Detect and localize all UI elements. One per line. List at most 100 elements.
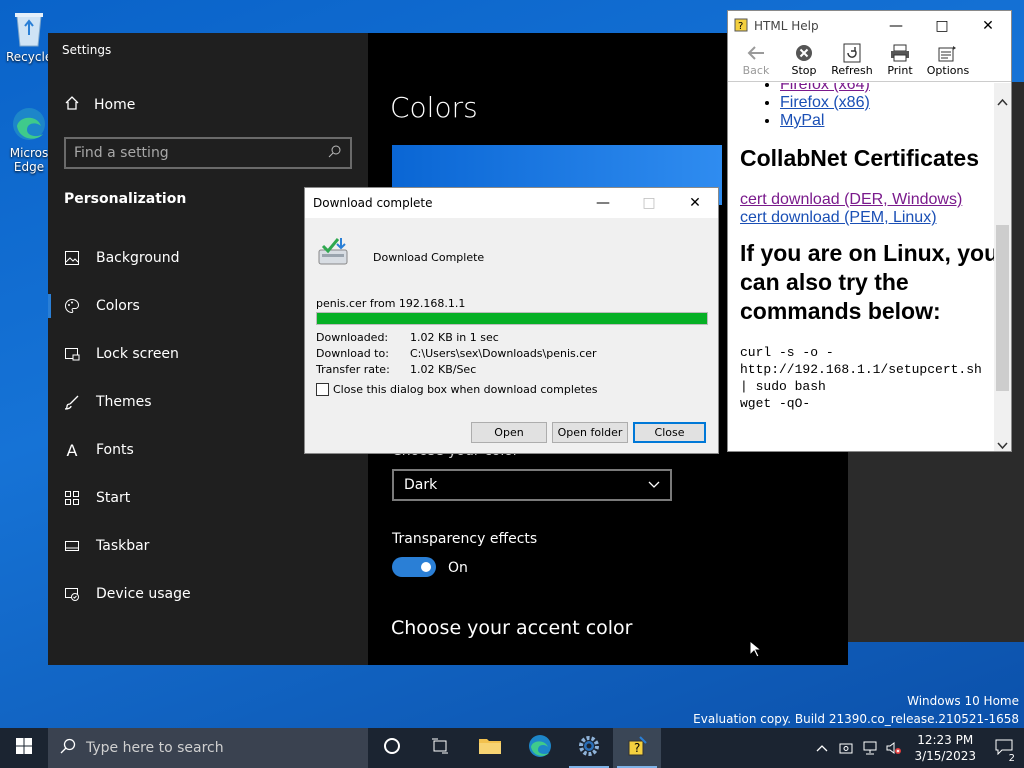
dialog-titlebar: Download complete — □ ✕ <box>305 188 718 218</box>
nav-item-label: Colors <box>96 298 140 314</box>
task-view-button[interactable] <box>416 728 464 768</box>
html-help-window: ? HTML Help — □ ✕ Back Stop Refresh Prin… <box>727 10 1012 452</box>
cert-download-pem-link[interactable]: cert download (PEM, Linux) <box>740 209 937 226</box>
settings-taskbar-button[interactable] <box>565 728 613 768</box>
find-setting-input[interactable]: Find a setting <box>64 137 352 169</box>
cortana-button[interactable] <box>368 728 416 768</box>
clock[interactable]: 12:23 PM 3/15/2023 <box>906 732 984 764</box>
link-firefox-x86[interactable]: Firefox (x86) <box>780 94 870 111</box>
chevron-down-icon <box>648 477 660 493</box>
row-key: Downloaded: <box>316 331 389 344</box>
font-icon: A <box>66 440 78 460</box>
nav-item-label: Taskbar <box>96 538 150 554</box>
html-help-taskbar-button[interactable]: ? <box>613 728 661 768</box>
start-button[interactable] <box>0 728 48 768</box>
open-folder-button[interactable]: Open folder <box>552 422 628 443</box>
checkbox-label: Close this dialog box when download comp… <box>333 383 598 396</box>
edge-taskbar-button[interactable] <box>516 728 564 768</box>
minimize-button[interactable]: — <box>580 188 626 218</box>
palette-icon <box>64 298 80 314</box>
notifications-button[interactable]: 2 <box>984 739 1024 764</box>
refresh-label: Refresh <box>831 64 873 77</box>
chevron-up-icon[interactable] <box>810 744 834 752</box>
refresh-icon <box>843 42 861 64</box>
edge-icon <box>528 734 552 762</box>
app-tray-icon[interactable] <box>834 741 858 755</box>
back-button[interactable]: Back <box>732 42 780 81</box>
print-button[interactable]: Print <box>876 42 924 81</box>
recycle-bin-label: Recycle <box>6 50 53 64</box>
nav-item-device-usage[interactable]: Device usage <box>48 570 368 618</box>
file-explorer-taskbar-button[interactable] <box>466 728 514 768</box>
certificates-heading: CollabNet Certificates <box>740 145 980 171</box>
picture-icon <box>64 250 80 266</box>
nav-item-taskbar[interactable]: Taskbar <box>48 522 368 570</box>
mouse-cursor-icon <box>749 639 763 662</box>
download-heading: Download Complete <box>373 251 485 264</box>
scrollbar-thumb[interactable] <box>996 225 1009 391</box>
nav-item-label: Start <box>96 490 131 506</box>
edge-icon <box>11 104 47 144</box>
search-icon <box>328 144 342 162</box>
edge-desktop-icon[interactable]: Micros Edge <box>6 104 52 174</box>
print-label: Print <box>887 64 913 77</box>
linux-heading: If you are on Linux, you can also try th… <box>740 240 995 324</box>
link-firefox-x64[interactable]: Firefox (x64) <box>780 83 870 93</box>
gear-icon <box>578 735 600 761</box>
windows-edition-watermark: Windows 10 Home <box>907 694 1019 708</box>
maximize-button: □ <box>642 195 656 211</box>
nav-item-label: Device usage <box>96 586 191 602</box>
find-setting-placeholder: Find a setting <box>74 145 169 161</box>
options-label: Options <box>926 64 970 77</box>
volume-muted-icon[interactable] <box>882 741 906 755</box>
help-title: HTML Help <box>754 19 819 33</box>
notification-count: 2 <box>1007 752 1016 764</box>
stop-label: Stop <box>791 64 817 77</box>
scroll-up-icon[interactable] <box>997 91 1008 110</box>
close-window-button[interactable]: ✕ <box>672 188 718 218</box>
accent-color-heading: Choose your accent color <box>391 617 633 639</box>
task-view-icon <box>431 738 449 758</box>
nav-item-label: Background <box>96 250 180 266</box>
help-scrollbar[interactable] <box>994 83 1011 451</box>
nav-item-start[interactable]: Start <box>48 474 368 522</box>
clock-date: 3/15/2023 <box>914 749 976 763</box>
home-nav-item[interactable]: Home <box>64 95 135 115</box>
settings-window-title: Settings <box>62 43 112 57</box>
close-window-button[interactable]: ✕ <box>965 11 1011 41</box>
download-links-list: Firefox (x64) Firefox (x86) MyPal <box>780 83 995 130</box>
code-line: wget -qO- <box>740 396 811 411</box>
taskbar-search-box[interactable]: Type here to search <box>48 728 368 768</box>
dialog-title: Download complete <box>313 196 433 210</box>
open-button[interactable]: Open <box>471 422 547 443</box>
color-mode-dropdown[interactable]: Dark <box>392 469 672 501</box>
cert-download-der-link[interactable]: cert download (DER, Windows) <box>740 191 962 208</box>
maximize-button[interactable]: □ <box>919 11 965 41</box>
home-label: Home <box>94 97 136 113</box>
clock-time: 12:23 PM <box>917 733 974 747</box>
svg-text:?: ? <box>634 741 640 755</box>
taskbar: Type here to search ? 12:23 PM 3/15/2023… <box>0 728 1024 768</box>
transparency-state: On <box>448 560 468 576</box>
checkbox-box[interactable] <box>316 383 329 396</box>
recycle-bin-desktop-icon[interactable]: Recycle <box>6 8 52 64</box>
row-value: 1.02 KB in 1 sec <box>410 331 499 344</box>
row-key: Transfer rate: <box>316 363 390 376</box>
transparency-toggle[interactable] <box>392 557 436 577</box>
network-icon[interactable] <box>858 741 882 755</box>
edge-label: Micros Edge <box>9 146 49 174</box>
code-line: curl -s -o - <box>740 345 834 360</box>
stop-button[interactable]: Stop <box>780 42 828 81</box>
row-value: C:\Users\sex\Downloads\penis.cer <box>410 347 597 360</box>
refresh-button[interactable]: Refresh <box>828 42 876 81</box>
options-button[interactable]: Options <box>924 42 972 81</box>
scroll-down-icon[interactable] <box>997 435 1008 454</box>
row-value: 1.02 KB/Sec <box>410 363 477 376</box>
minimize-button[interactable]: — <box>873 11 919 41</box>
link-mypal[interactable]: MyPal <box>780 112 824 129</box>
help-app-icon: ? <box>626 735 648 761</box>
close-button[interactable]: Close <box>633 422 706 443</box>
close-on-complete-checkbox[interactable]: Close this dialog box when download comp… <box>316 383 597 396</box>
start-tiles-icon <box>64 490 80 506</box>
brush-icon <box>64 394 80 410</box>
